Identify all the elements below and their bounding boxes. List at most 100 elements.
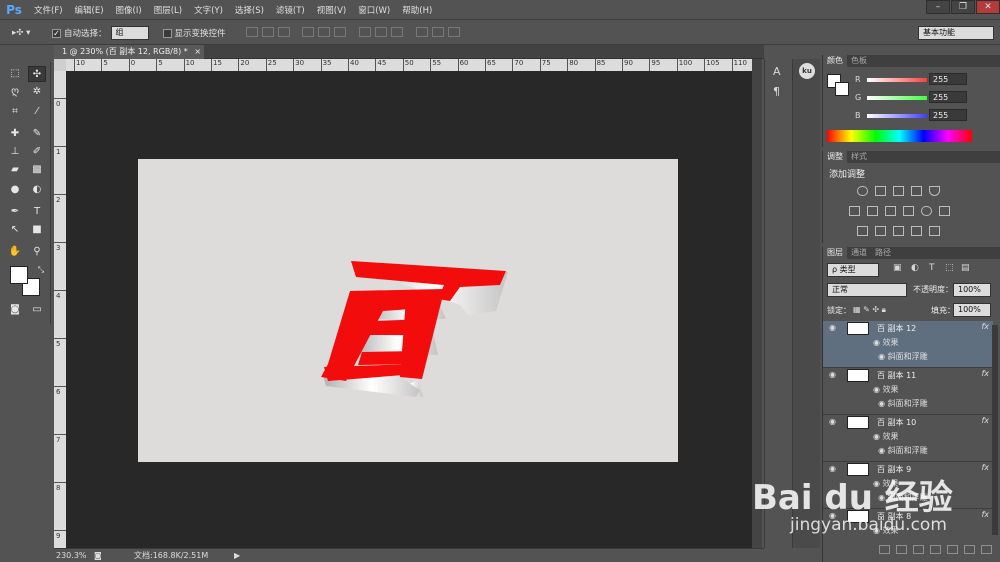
ku-extension-icon[interactable]: ku [799, 63, 815, 79]
swap-colors-icon[interactable]: ⤡ [32, 262, 50, 278]
menu-help[interactable]: 帮助(H) [396, 4, 438, 16]
effect-eye-icon[interactable]: ◉ [873, 526, 883, 535]
menu-edit[interactable]: 编辑(E) [69, 4, 110, 16]
hand-tool-icon[interactable]: ✋ [6, 244, 24, 260]
restore-button[interactable]: ❐ [951, 0, 975, 14]
layer-row[interactable]: ◉ 百 副本 11 fx ◉ 效果 ◉ 斜面和浮雕 [823, 368, 993, 415]
align-top-icon[interactable] [245, 27, 258, 38]
type-tool-icon[interactable]: T [28, 204, 46, 220]
tab-paths[interactable]: 路径 [871, 247, 895, 259]
curves-icon[interactable] [893, 186, 904, 196]
hue-saturation-icon[interactable] [849, 206, 860, 216]
fx-icon[interactable]: fx [981, 510, 989, 519]
gradient-map-icon[interactable] [929, 226, 940, 236]
quick-mask-icon[interactable]: ◙ [6, 302, 24, 318]
channel-value-r[interactable]: 255 [929, 73, 967, 85]
lasso-tool-icon[interactable]: ღ [6, 84, 24, 100]
show-transform-checkbox[interactable]: 显示变换控件 [162, 27, 226, 39]
eyedropper-icon[interactable]: ⁄ [28, 104, 46, 120]
opacity-input[interactable]: 100% [953, 283, 991, 297]
bevel-eye-icon[interactable]: ◉ [873, 446, 888, 455]
shape-tool-icon[interactable]: ■ [28, 222, 46, 238]
channel-value-g[interactable]: 255 [929, 91, 967, 103]
blend-mode-dropdown[interactable]: 正常 [827, 283, 907, 297]
auto-select-dropdown[interactable]: 组 [110, 25, 149, 40]
workspace-dropdown[interactable]: 基本功能 [918, 26, 994, 40]
history-brush-icon[interactable]: ✐ [28, 144, 46, 160]
move-tool-icon[interactable]: ✣ [28, 66, 46, 82]
canvas-vertical-scrollbar[interactable] [752, 59, 762, 548]
bevel-eye-icon[interactable]: ◉ [873, 352, 888, 361]
channel-mixer-icon[interactable] [921, 206, 932, 216]
menu-type[interactable]: 文字(Y) [188, 4, 229, 16]
channel-value-b[interactable]: 255 [929, 109, 967, 121]
menu-file[interactable]: 文件(F) [28, 4, 69, 16]
filter-smart-icon[interactable]: ▤ [961, 263, 970, 273]
pen-tool-icon[interactable]: ✒ [6, 204, 24, 220]
threshold-icon[interactable] [893, 226, 904, 236]
menu-layer[interactable]: 图层(L) [148, 4, 188, 16]
document-tab[interactable]: 1 @ 230% (百 副本 12, RGB/8) * × [54, 45, 204, 59]
channel-slider-b[interactable] [867, 114, 927, 118]
menu-view[interactable]: 视图(V) [311, 4, 352, 16]
fill-input[interactable]: 100% [953, 303, 991, 317]
visibility-eye-icon[interactable]: ◉ [829, 370, 836, 379]
bevel-eye-icon[interactable]: ◉ [873, 493, 888, 502]
move-tool-preset-icon[interactable]: ▸✣ ▾ [12, 28, 46, 38]
new-group-icon[interactable] [947, 545, 958, 554]
tab-color[interactable]: 颜色 [823, 55, 847, 67]
effect-eye-icon[interactable]: ◉ [873, 432, 883, 441]
zoom-tool-icon[interactable]: ⚲ [28, 244, 46, 260]
tab-channels[interactable]: 通道 [847, 247, 871, 259]
effect-eye-icon[interactable]: ◉ [873, 479, 883, 488]
fx-icon[interactable]: fx [981, 463, 989, 472]
layer-row[interactable]: ◉ 百 副本 10 fx ◉ 效果 ◉ 斜面和浮雕 [823, 415, 993, 462]
fx-icon[interactable]: fx [981, 322, 989, 331]
paragraph-panel-icon[interactable]: ¶ [773, 85, 780, 98]
new-adjustment-icon[interactable] [930, 545, 941, 554]
layer-row[interactable]: ◉ 百 副本 12 fx ◉ 效果 ◉ 斜面和浮雕 [823, 321, 993, 368]
add-style-icon[interactable] [896, 545, 907, 554]
crop-tool-icon[interactable]: ⌗ [6, 104, 24, 120]
new-layer-icon[interactable] [964, 545, 975, 554]
add-mask-icon[interactable] [913, 545, 924, 554]
fx-icon[interactable]: fx [981, 369, 989, 378]
menu-select[interactable]: 选择(S) [229, 4, 270, 16]
align-right-icon[interactable] [334, 27, 347, 38]
blur-tool-icon[interactable]: ● [6, 182, 24, 198]
align-hcenter-icon[interactable] [318, 27, 331, 38]
levels-icon[interactable] [875, 186, 886, 196]
tab-adjustments[interactable]: 调整 [823, 151, 847, 163]
foreground-color-swatch[interactable] [10, 266, 28, 284]
tab-styles[interactable]: 样式 [847, 151, 871, 163]
dodge-tool-icon[interactable]: ◐ [28, 182, 46, 198]
distribute-right-icon[interactable] [448, 27, 461, 38]
link-layers-icon[interactable] [879, 545, 890, 554]
marquee-tool-icon[interactable]: ⬚ [6, 66, 24, 82]
clone-stamp-icon[interactable]: ⊥ [6, 144, 24, 160]
filter-shape-icon[interactable]: ⬚ [945, 263, 954, 273]
fx-icon[interactable]: fx [981, 416, 989, 425]
close-button[interactable]: ✕ [976, 0, 1000, 14]
filter-image-icon[interactable]: ▣ [893, 263, 902, 273]
gradient-tool-icon[interactable]: ▩ [28, 162, 46, 178]
posterize-icon[interactable] [875, 226, 886, 236]
exposure-icon[interactable] [911, 186, 922, 196]
distribute-bottom-icon[interactable] [391, 27, 404, 38]
align-bottom-icon[interactable] [277, 27, 290, 38]
filter-adjust-icon[interactable]: ◐ [911, 263, 919, 273]
vibrance-icon[interactable] [929, 186, 940, 196]
menu-window[interactable]: 窗口(W) [352, 4, 396, 16]
layers-scrollbar[interactable] [992, 325, 998, 535]
channel-slider-r[interactable] [867, 78, 927, 82]
align-left-icon[interactable] [302, 27, 315, 38]
layer-kind-filter[interactable]: ρ 类型 [827, 263, 879, 277]
distribute-hcenter-icon[interactable] [432, 27, 445, 38]
color-spectrum[interactable] [827, 130, 972, 142]
path-select-icon[interactable]: ↖ [6, 222, 24, 238]
effect-eye-icon[interactable]: ◉ [873, 338, 883, 347]
eraser-tool-icon[interactable]: ▰ [6, 162, 24, 178]
distribute-vcenter-icon[interactable] [375, 27, 388, 38]
canvas-pasteboard[interactable] [66, 71, 752, 548]
brightness-icon[interactable] [857, 186, 868, 196]
